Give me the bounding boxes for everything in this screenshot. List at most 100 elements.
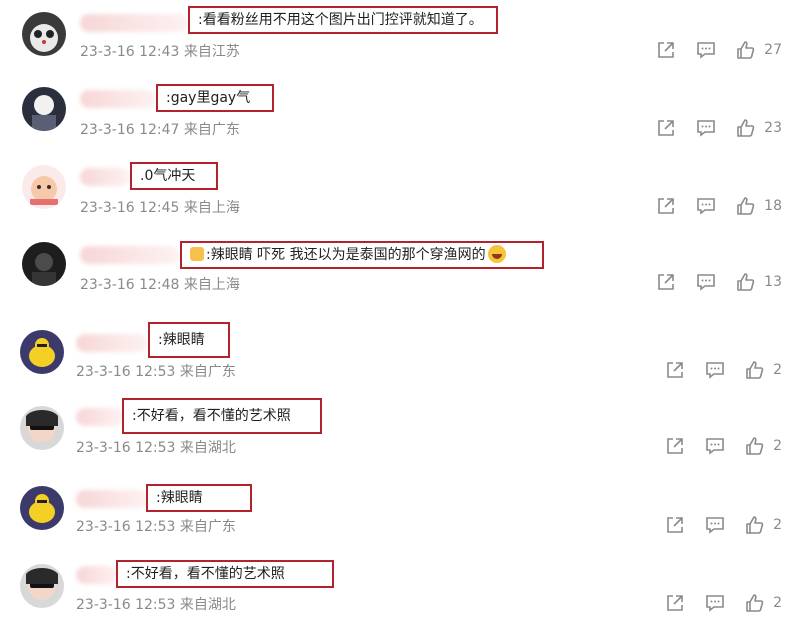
- sticker-icon: [190, 247, 204, 261]
- comment-row: :gay里gay气 23-3-16 12:47 来自广东 23: [0, 78, 800, 156]
- comment-text: :不好看，看不懂的艺术照: [116, 560, 334, 588]
- reply-button[interactable]: [696, 196, 716, 216]
- share-icon: [658, 120, 674, 136]
- avatar[interactable]: [22, 87, 66, 131]
- username-blurred[interactable]: [76, 334, 148, 352]
- avatar[interactable]: [20, 330, 64, 374]
- avatar[interactable]: [22, 242, 66, 286]
- share-button[interactable]: [656, 196, 676, 216]
- like-button[interactable]: 2: [745, 515, 782, 535]
- comment-row: :看看粉丝用不用这个图片出门控评就知道了。 23-3-16 12:43 来自江苏…: [0, 0, 800, 78]
- comment-text: :辣眼睛 吓死 我还以为是泰国的那个穿渔网的: [180, 241, 544, 269]
- username-blurred[interactable]: [80, 168, 130, 186]
- comment-location: 来自广东: [179, 519, 236, 535]
- comment-date: 23-3-16 12:53: [76, 364, 176, 380]
- like-count: 18: [764, 198, 782, 214]
- like-count: 2: [773, 517, 782, 533]
- like-button[interactable]: 2: [745, 436, 782, 456]
- username-blurred[interactable]: [76, 490, 148, 508]
- like-button[interactable]: 23: [736, 118, 782, 138]
- like-count: 2: [773, 362, 782, 378]
- username-blurred[interactable]: [80, 90, 156, 108]
- share-button[interactable]: [656, 272, 676, 292]
- reply-button[interactable]: [705, 436, 725, 456]
- comment-icon: [706, 595, 724, 612]
- like-count: 23: [764, 120, 782, 136]
- like-button[interactable]: 2: [745, 593, 782, 613]
- share-icon: [658, 198, 674, 214]
- comment-icon: [697, 120, 715, 137]
- comment-text: :不好看，看不懂的艺术照: [122, 398, 322, 434]
- comment-location: 来自广东: [183, 122, 240, 138]
- comment-icon: [697, 274, 715, 291]
- thumbs-up-icon: [746, 437, 764, 455]
- comment-meta: 23-3-16 12:53 来自湖北: [76, 437, 236, 457]
- username-blurred[interactable]: [80, 14, 188, 32]
- comment-actions: 27: [636, 40, 782, 60]
- like-button[interactable]: 27: [736, 40, 782, 60]
- reply-button[interactable]: [696, 40, 716, 60]
- share-icon: [667, 362, 683, 378]
- share-button[interactable]: [665, 360, 685, 380]
- reply-button[interactable]: [696, 272, 716, 292]
- reply-button[interactable]: [705, 593, 725, 613]
- thumbs-up-icon: [737, 41, 755, 59]
- like-count: 2: [773, 595, 782, 611]
- comment-actions: 23: [636, 118, 782, 138]
- thumbs-up-icon: [737, 119, 755, 137]
- avatar[interactable]: [22, 165, 66, 209]
- comment-row: :辣眼睛 23-3-16 12:53 来自广东 2: [0, 318, 800, 396]
- thumbs-up-icon: [746, 594, 764, 612]
- avatar[interactable]: [20, 486, 64, 530]
- comment-row: :辣眼睛 23-3-16 12:53 来自广东 2: [0, 472, 800, 550]
- share-icon: [658, 274, 674, 290]
- share-button[interactable]: [656, 118, 676, 138]
- like-button[interactable]: 13: [736, 272, 782, 292]
- comment-icon: [706, 362, 724, 379]
- comment-meta: 23-3-16 12:45 来自上海: [80, 197, 240, 217]
- comment-icon: [706, 438, 724, 455]
- comment-actions: 2: [645, 360, 782, 380]
- like-count: 13: [764, 274, 782, 290]
- comment-actions: 13: [636, 272, 782, 292]
- comment-text: :辣眼睛: [146, 484, 252, 512]
- like-count: 27: [764, 42, 782, 58]
- comment-date: 23-3-16 12:53: [76, 519, 176, 535]
- share-button[interactable]: [665, 436, 685, 456]
- avatar[interactable]: [20, 406, 64, 450]
- comment-meta: 23-3-16 12:43 来自江苏: [80, 41, 240, 61]
- comment-text: :gay里gay气: [156, 84, 274, 112]
- comment-icon: [697, 42, 715, 59]
- share-button[interactable]: [656, 40, 676, 60]
- share-icon: [658, 42, 674, 58]
- comment-text: .0气冲天: [130, 162, 218, 190]
- comment-location: 来自广东: [179, 364, 236, 380]
- username-blurred[interactable]: [76, 566, 118, 584]
- comment-date: 23-3-16 12:47: [80, 122, 180, 138]
- thumbs-up-icon: [737, 197, 755, 215]
- avatar[interactable]: [20, 564, 64, 608]
- comment-location: 来自上海: [183, 277, 240, 293]
- share-button[interactable]: [665, 593, 685, 613]
- thumbs-up-icon: [737, 273, 755, 291]
- comment-meta: 23-3-16 12:53 来自广东: [76, 361, 236, 381]
- comment-actions: 18: [636, 196, 782, 216]
- comment-icon: [697, 198, 715, 215]
- share-icon: [667, 595, 683, 611]
- reply-button[interactable]: [705, 515, 725, 535]
- reply-button[interactable]: [705, 360, 725, 380]
- comment-row: :不好看，看不懂的艺术照 23-3-16 12:53 来自湖北 2: [0, 550, 800, 628]
- comment-text: :看看粉丝用不用这个图片出门控评就知道了。: [188, 6, 498, 34]
- username-blurred[interactable]: [80, 246, 180, 264]
- username-blurred[interactable]: [76, 408, 124, 426]
- comment-meta: 23-3-16 12:47 来自广东: [80, 119, 240, 139]
- share-button[interactable]: [665, 515, 685, 535]
- comment-date: 23-3-16 12:43: [80, 44, 180, 60]
- like-button[interactable]: 18: [736, 196, 782, 216]
- reply-button[interactable]: [696, 118, 716, 138]
- comment-actions: 2: [645, 436, 782, 456]
- like-button[interactable]: 2: [745, 360, 782, 380]
- comment-location: 来自湖北: [179, 440, 236, 456]
- avatar[interactable]: [22, 12, 66, 56]
- comment-location: 来自上海: [183, 200, 240, 216]
